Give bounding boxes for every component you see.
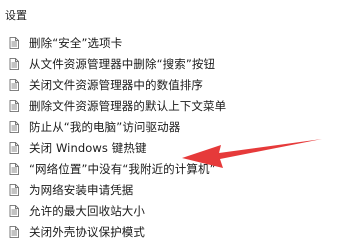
policy-row-highlighted[interactable]: 关闭 Windows 键热键 [9,137,339,158]
policy-label: “网络位置”中没有“我附近的计算机” [29,161,216,176]
policy-row[interactable]: “网络位置”中没有“我附近的计算机” [9,158,339,179]
policy-row[interactable]: 为网络安装申请凭据 [9,179,339,200]
policy-setting-icon [9,162,19,175]
policy-row[interactable]: 关闭文件资源管理器中的数值排序 [9,74,339,95]
policy-setting-icon [9,141,19,154]
policy-row[interactable]: 删除文件资源管理器的默认上下文菜单 [9,95,339,116]
policy-label: 防止从“我的电脑”访问驱动器 [29,119,181,134]
policy-setting-icon [9,36,19,49]
policy-setting-icon [9,57,19,70]
policy-label: 关闭外壳协议保护模式 [29,224,145,239]
policy-row[interactable]: 删除“安全”选项卡 [9,32,339,53]
policy-label: 为网络安装申请凭据 [29,182,134,197]
policy-setting-icon [9,99,19,112]
policy-setting-icon [9,204,19,217]
policy-setting-icon [9,225,19,238]
policy-row[interactable]: 关闭外壳协议保护模式 [9,221,339,242]
policy-label: 关闭 Windows 键热键 [29,140,147,155]
policy-row[interactable]: 防止从“我的电脑”访问驱动器 [9,116,339,137]
policy-row[interactable]: 允许的最大回收站大小 [9,200,339,221]
policy-setting-icon [9,78,19,91]
policy-setting-icon [9,120,19,133]
section-title: 设置 [5,9,27,22]
policy-label: 删除文件资源管理器的默认上下文菜单 [29,98,227,113]
policy-setting-icon [9,183,19,196]
policy-label: 删除“安全”选项卡 [29,35,123,50]
policy-row[interactable]: 从文件资源管理器中删除“搜索”按钮 [9,53,339,74]
policy-label: 允许的最大回收站大小 [29,203,145,218]
policy-list: 删除“安全”选项卡 从文件资源管理器中删除“搜索”按钮 关闭文件资源管理器中的数… [9,32,339,242]
policy-label: 从文件资源管理器中删除“搜索”按钮 [29,56,216,71]
policy-label: 关闭文件资源管理器中的数值排序 [29,77,203,92]
